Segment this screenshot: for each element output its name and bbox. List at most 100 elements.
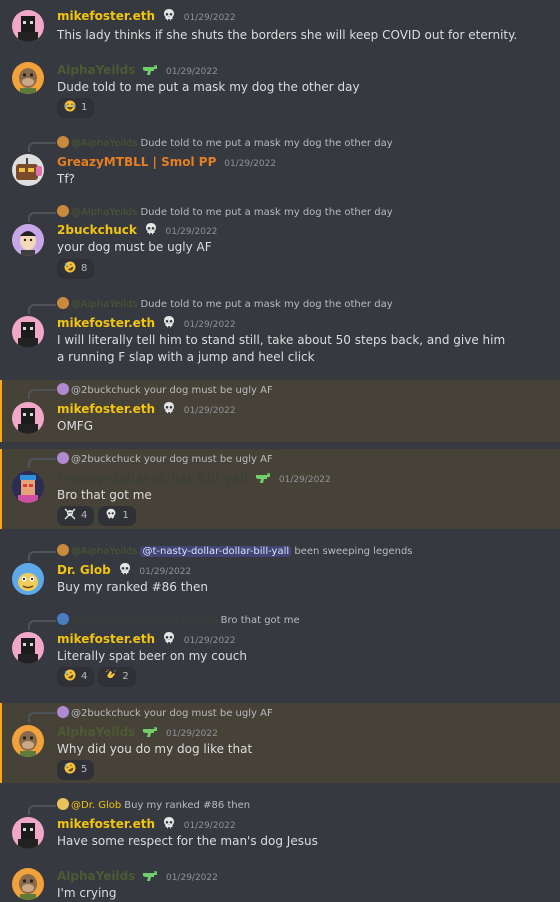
reply-text: your dog must be ugly AF — [143, 708, 273, 719]
timestamp: 01/29/2022 — [139, 567, 192, 577]
reply-avatar — [57, 544, 69, 556]
reaction[interactable]: 4 — [57, 506, 95, 526]
avatar[interactable] — [12, 154, 44, 186]
message-text: I'm crying — [57, 886, 117, 900]
gun-icon — [142, 726, 158, 742]
avatar[interactable] — [12, 316, 44, 348]
reply-avatar — [57, 613, 69, 625]
message-text: Bro that got me — [57, 488, 152, 502]
reply-avatar — [57, 798, 69, 810]
avatar[interactable] — [12, 471, 44, 503]
avatar[interactable] — [12, 817, 44, 849]
message: AlphaYeilds 01/29/2022 Dude told to me p… — [0, 52, 560, 124]
timestamp: 01/29/2022 — [183, 636, 236, 646]
message: @2buckchuck your dog must be ugly AF mike… — [0, 380, 560, 442]
reply-spine — [28, 551, 56, 561]
reaction[interactable]: 5 — [57, 760, 95, 780]
avatar[interactable] — [12, 563, 44, 595]
reply-author: @AlphaYeilds — [71, 546, 138, 557]
reply-preview[interactable]: @Dr. Glob Buy my ranked #86 then — [57, 798, 250, 812]
reaction[interactable]: 2 — [98, 667, 136, 687]
avatar[interactable] — [12, 62, 44, 94]
reply-preview[interactable]: @AlphaYeilds Dude told to me put a mask m… — [57, 136, 393, 150]
author-name[interactable]: mikefoster.eth — [57, 9, 155, 23]
reply-spine — [28, 620, 56, 630]
timestamp: 01/29/2022 — [165, 227, 218, 237]
author-name[interactable]: AlphaYeilds — [57, 725, 135, 739]
reply-preview[interactable]: @2buckchuck your dog must be ugly AF — [57, 452, 273, 466]
message-text: I will literally tell him to stand still… — [57, 333, 506, 364]
message-text: Why did you do my dog like that — [57, 742, 253, 756]
author-name[interactable]: mikefoster.eth — [57, 402, 155, 416]
author-name[interactable]: 2buckchuck — [57, 223, 137, 237]
reply-spine — [28, 712, 56, 722]
mention[interactable]: @t-nasty-dollar-dollar-bill-yall — [140, 546, 292, 557]
avatar[interactable] — [12, 868, 44, 900]
author-name[interactable]: AlphaYeilds — [57, 63, 135, 77]
rofl-emoji-icon — [64, 762, 76, 774]
reply-author: @2buckchuck — [71, 385, 141, 396]
avatar[interactable] — [12, 10, 44, 42]
timestamp: 01/29/2022 — [224, 159, 277, 169]
skull-icon — [162, 8, 176, 26]
reply-text: Dude told to me put a mask my dog the ot… — [140, 299, 393, 310]
message: @2buckchuck your dog must be ugly AF t-na… — [0, 449, 560, 529]
timestamp: 01/29/2022 — [278, 475, 331, 485]
reply-text: Bro that got me — [220, 615, 300, 626]
reply-preview[interactable]: @2buckchuck your dog must be ugly AF — [57, 383, 273, 397]
author-name[interactable]: mikefoster.eth — [57, 817, 155, 831]
author-name[interactable]: t-nasty-dollar-dollar-bill-yall — [57, 471, 248, 485]
avatar[interactable] — [12, 632, 44, 664]
reply-text: Dude told to me put a mask my dog the ot… — [140, 138, 393, 149]
reply-text: your dog must be ugly AF — [143, 385, 273, 396]
skull-icon — [162, 631, 176, 649]
gun-icon — [142, 64, 158, 80]
reaction[interactable]: 8 — [57, 259, 95, 279]
timestamp: 01/29/2022 — [165, 729, 218, 739]
message: @AlphaYeilds Dude told to me put a mask m… — [0, 202, 560, 284]
reply-avatar — [57, 205, 69, 217]
author-name[interactable]: GreazyMTBLL | Smol PP — [57, 155, 216, 169]
gun-icon — [255, 472, 271, 488]
gun-icon — [142, 870, 158, 886]
author-name[interactable]: mikefoster.eth — [57, 632, 155, 646]
message: @t-nasty-dollar-dollar-bill-yall Bro that… — [0, 610, 560, 692]
message-text: your dog must be ugly AF — [57, 240, 212, 254]
timestamp: 01/29/2022 — [165, 873, 218, 883]
avatar[interactable] — [12, 725, 44, 757]
message: @2buckchuck your dog must be ugly AF Alph… — [0, 703, 560, 783]
author-name[interactable]: Dr. Glob — [57, 563, 111, 577]
joy-emoji-icon — [64, 100, 76, 112]
timestamp: 01/29/2022 — [183, 821, 236, 831]
reply-spine — [28, 805, 56, 815]
message: @AlphaYeilds Dude told to me put a mask m… — [0, 132, 560, 192]
message: mikefoster.eth 01/29/2022 This lady thin… — [0, 0, 560, 52]
reply-spine — [28, 212, 56, 222]
reply-spine — [28, 142, 56, 152]
reply-preview[interactable]: @2buckchuck your dog must be ugly AF — [57, 706, 273, 720]
reply-preview[interactable]: @AlphaYeilds @t-nasty-dollar-dollar-bill-… — [57, 544, 413, 558]
reaction[interactable]: 4 — [57, 667, 95, 687]
message: @AlphaYeilds @t-nasty-dollar-dollar-bill-… — [0, 541, 560, 603]
reply-spine — [28, 389, 56, 399]
skull-icon — [144, 222, 158, 240]
reaction[interactable]: 1 — [98, 506, 136, 526]
skull-icon — [118, 562, 132, 580]
reply-author: @AlphaYeilds — [71, 207, 138, 218]
rofl-emoji-icon — [64, 261, 76, 273]
avatar[interactable] — [12, 402, 44, 434]
message-text: Literally spat beer on my couch — [57, 649, 247, 663]
reply-author: @AlphaYeilds — [71, 138, 138, 149]
author-name[interactable]: mikefoster.eth — [57, 316, 155, 330]
reply-preview[interactable]: @AlphaYeilds Dude told to me put a mask m… — [57, 205, 393, 219]
reply-avatar — [57, 383, 69, 395]
reply-preview[interactable]: @AlphaYeilds Dude told to me put a mask m… — [57, 297, 393, 311]
reply-avatar — [57, 297, 69, 309]
message-text: Dude told to me put a mask my dog the ot… — [57, 80, 360, 94]
reaction[interactable]: 1 — [57, 98, 95, 118]
message: @AlphaYeilds Dude told to me put a mask m… — [0, 294, 560, 374]
author-name[interactable]: AlphaYeilds — [57, 869, 135, 883]
reply-spine — [28, 458, 56, 468]
avatar[interactable] — [12, 224, 44, 256]
reply-preview[interactable]: @t-nasty-dollar-dollar-bill-yall Bro that… — [57, 613, 300, 627]
